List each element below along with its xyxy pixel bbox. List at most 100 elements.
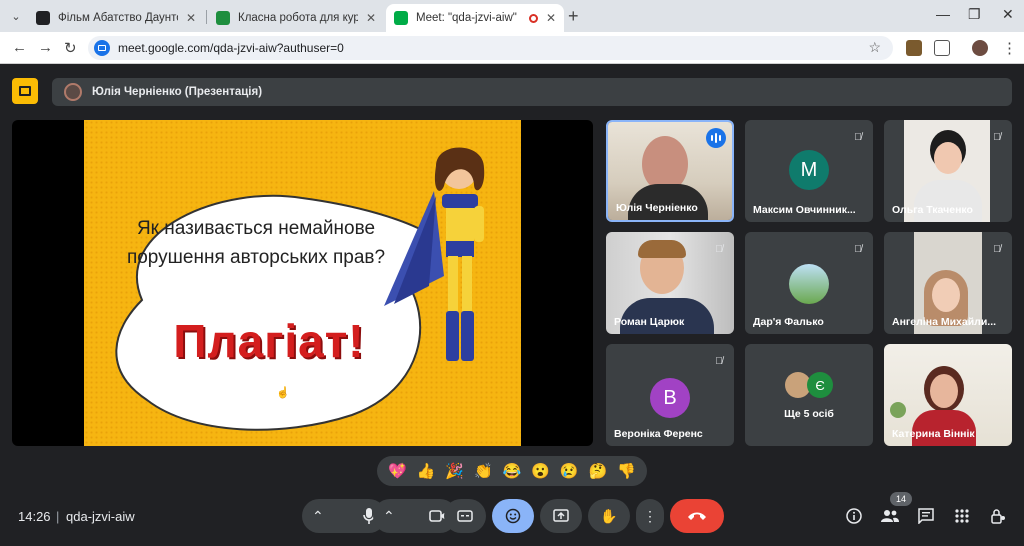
smiley-icon: [505, 508, 521, 524]
slide-answer: Плагіат!: [173, 315, 365, 367]
reaction-sad[interactable]: 😢: [560, 462, 579, 480]
browser-menu-icon[interactable]: ⋮: [1002, 39, 1017, 57]
mic-off-icon: 🎙̸: [854, 243, 862, 255]
presentation-slide: Як називається немайнове порушення автор…: [84, 120, 521, 446]
meeting-info-button[interactable]: [842, 504, 866, 528]
extensions-puzzle-icon[interactable]: [934, 40, 950, 56]
slide-question: Як називається немайнове порушення автор…: [126, 218, 386, 268]
browser-tab-active[interactable]: Meet: "qda-jzvi-aiw" ✕: [386, 4, 564, 32]
mic-off-icon: 🎙̸: [993, 243, 1001, 255]
participant-tile[interactable]: 🎙̸ Ольга Ткаченко: [884, 120, 1012, 222]
address-bar: ← → ↻ meet.google.com/qda-jzvi-aiw?authu…: [0, 32, 1024, 64]
stop-presenting-icon[interactable]: [12, 78, 38, 104]
present-icon: [553, 509, 569, 522]
present-screen-button[interactable]: [540, 499, 582, 533]
hand-icon: ✋: [600, 507, 618, 524]
participant-tile[interactable]: 🎙̸ В Вероніка Ференс: [606, 344, 734, 446]
people-button[interactable]: [878, 504, 902, 528]
activities-button[interactable]: [950, 504, 974, 528]
meet-icon: [394, 11, 408, 25]
avatar: Є: [807, 372, 833, 398]
info-icon: [846, 508, 862, 524]
tab-divider: [206, 10, 207, 24]
plant-decor: [890, 402, 906, 418]
speaking-indicator-icon: [706, 128, 726, 148]
reaction-laugh[interactable]: 😂: [503, 462, 522, 480]
more-participants-label: Ще 5 осіб: [784, 408, 834, 420]
participant-tile[interactable]: Катерина Віннік: [884, 344, 1012, 446]
browser-tab[interactable]: Класна робота для курсу "ЗАР ✕: [208, 4, 384, 32]
apps-grid-icon: [955, 509, 969, 523]
close-window-icon[interactable]: ✕: [1002, 6, 1014, 23]
restore-icon[interactable]: ❐: [968, 6, 981, 23]
participant-face: [930, 374, 958, 408]
mic-off-icon: 🎙̸: [715, 243, 723, 255]
raise-hand-button[interactable]: ✋: [588, 499, 630, 533]
participant-hair: [638, 240, 686, 258]
reaction-heart[interactable]: 💖: [388, 462, 407, 480]
more-options-button[interactable]: ⋮: [636, 499, 664, 533]
participant-face: [932, 278, 960, 312]
reaction-party[interactable]: 🎉: [445, 462, 464, 480]
browser-tab-bar: ⌄ Фільм Абатство Даунтон: Нов ✕ Класна р…: [0, 0, 1024, 32]
emoji-reactions-button[interactable]: [492, 499, 534, 533]
chat-button[interactable]: [914, 504, 938, 528]
participant-tile[interactable]: 🎙̸ М Максим Овчинник...: [745, 120, 873, 222]
reload-icon[interactable]: ↻: [64, 39, 77, 57]
mic-off-icon: 🎙̸: [854, 131, 862, 143]
close-tab-icon[interactable]: ✕: [186, 11, 196, 25]
participant-tile[interactable]: Юлія Черніенко: [606, 120, 734, 222]
hang-up-icon: [688, 512, 706, 520]
meet-header: Юлія Черніенко (Презентація): [0, 64, 1024, 116]
superhero-illustration: [384, 147, 485, 361]
presentation-bar[interactable]: Юлія Черніенко (Презентація): [52, 78, 1012, 106]
host-controls-button[interactable]: [986, 504, 1010, 528]
forward-icon[interactable]: →: [38, 39, 53, 56]
classroom-icon: [216, 11, 230, 25]
pointer-cursor-icon: ☝: [276, 387, 290, 399]
chevron-up-icon[interactable]: ⌃: [383, 508, 395, 525]
close-tab-icon[interactable]: ✕: [366, 11, 376, 25]
chevron-up-icon[interactable]: ⌃: [312, 508, 324, 525]
meeting-code: qda-jzvi-aiw: [66, 509, 135, 524]
participant-tile[interactable]: 🎙̸ Дар'я Фалько: [745, 232, 873, 334]
profile-avatar[interactable]: [972, 40, 988, 56]
reaction-thumbs-down[interactable]: 👎: [617, 462, 636, 480]
avatar: [64, 83, 82, 101]
captions-icon: [457, 510, 473, 522]
participant-face: [934, 142, 962, 174]
url-input[interactable]: meet.google.com/qda-jzvi-aiw?authuser=0 …: [88, 36, 893, 60]
reactions-bar: 💖 👍 🎉 👏 😂 😮 😢 🤔 👎: [377, 456, 647, 486]
tab-search-chevron-icon[interactable]: ⌄: [6, 6, 26, 26]
more-vertical-icon: ⋮: [643, 507, 657, 524]
participant-tile[interactable]: 🎙̸ Ангеліна Михайли...: [884, 232, 1012, 334]
mic-off-icon: 🎙̸: [715, 355, 723, 367]
new-tab-icon[interactable]: +: [568, 6, 579, 27]
leave-call-button[interactable]: [670, 499, 724, 533]
clock: 14:26: [18, 509, 51, 524]
lock-person-icon: [991, 509, 1005, 524]
reaction-thinking[interactable]: 🤔: [589, 462, 608, 480]
participant-tile[interactable]: 🎙̸ Роман Царюк: [606, 232, 734, 334]
meet-controls-bar: 14:26 | qda-jzvi-aiw ⌃ ⌃ ✋ ⋮: [0, 488, 1024, 546]
mic-off-icon: 🎙̸: [993, 131, 1001, 143]
browser-tab[interactable]: Фільм Абатство Даунтон: Нов ✕: [28, 4, 204, 32]
minimize-icon[interactable]: —: [936, 6, 950, 22]
presentation-stage[interactable]: Як називається немайнове порушення автор…: [12, 120, 593, 446]
reaction-surprised[interactable]: 😮: [531, 462, 550, 480]
extension-icon[interactable]: [906, 40, 922, 56]
more-participants-tile[interactable]: Є Ще 5 осіб: [745, 344, 873, 446]
reaction-thumbs-up[interactable]: 👍: [417, 462, 436, 480]
captions-button[interactable]: [444, 499, 486, 533]
divider: |: [56, 509, 60, 524]
close-tab-icon[interactable]: ✕: [546, 11, 556, 25]
back-icon[interactable]: ←: [12, 39, 27, 56]
people-count-badge: 14: [890, 492, 912, 506]
reaction-clap[interactable]: 👏: [474, 462, 493, 480]
people-icon: [881, 510, 899, 522]
bookmark-star-icon[interactable]: ☆: [868, 39, 881, 56]
avatar: В: [650, 378, 690, 418]
avatar: М: [789, 150, 829, 190]
recording-icon: [529, 13, 538, 23]
site-info-icon[interactable]: [94, 40, 110, 56]
